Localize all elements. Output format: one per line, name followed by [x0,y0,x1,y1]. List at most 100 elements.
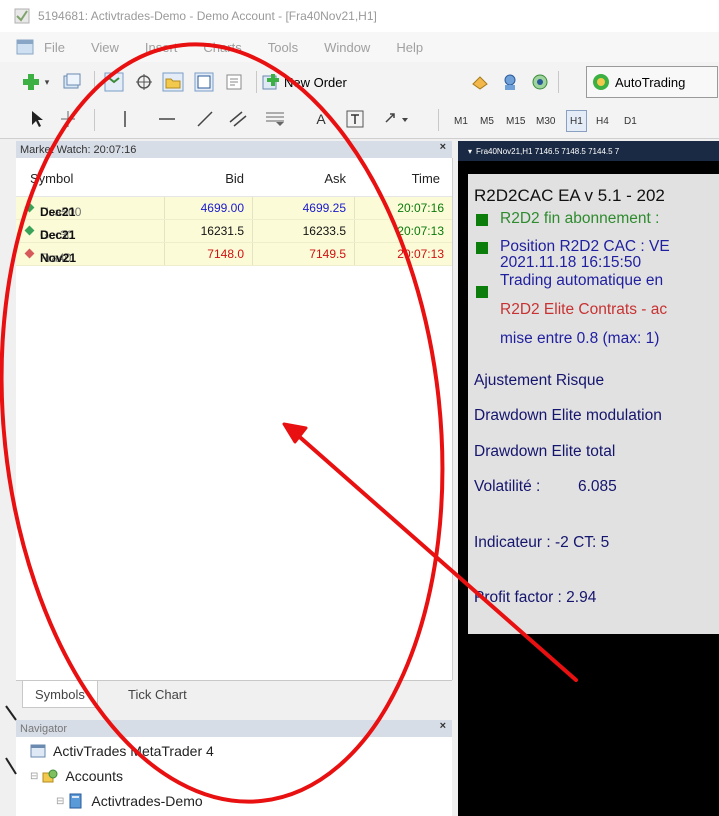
crosshair-icon[interactable] [60,110,76,128]
menu-charts[interactable]: Charts [203,40,241,55]
ask-price: 16233.5 [302,224,346,238]
account-server-icon [69,793,82,809]
tree-collapse-icon[interactable]: ⊟ [30,771,38,782]
arrows-dropdown-icon[interactable] [384,110,410,128]
chart-window[interactable]: ▾ Fra40Nov21,H1 7146.5 7148.5 7144.5 7 R… [458,141,719,816]
mise-line: mise entre 0.8 (max: 1) [500,330,660,347]
market-watch-tabs: Symbols Tick Chart [16,680,452,709]
standard-toolbar: ▾ New Order AutoTrading [0,62,719,103]
app-logo-icon [14,8,30,24]
market-watch-row[interactable]: Usa500 Dec21 4699.00 4699.25 20:07:16 [16,197,452,220]
column-divider [252,220,253,242]
navigator-item-accounts[interactable]: ⊟ Accounts [30,768,123,784]
data-window-icon[interactable] [134,72,154,92]
new-chart-dropdown-icon[interactable]: ▾ [42,73,52,91]
quote-time: 20:07:16 [397,201,444,215]
menu-view[interactable]: View [91,40,119,55]
column-symbol[interactable]: Symbol [30,171,73,186]
drawing-toolbar: A M1 M5 M15 M30 H1 H4 D1 [0,102,719,139]
status-square-icon [476,214,488,226]
new-order-icon [262,74,279,90]
column-divider [164,243,165,265]
column-ask[interactable]: Ask [306,171,346,186]
chart-menu-arrow-icon[interactable]: ▾ [468,147,472,156]
symbol-down-icon [24,248,35,259]
status-square-icon [476,286,488,298]
timeframe-m1[interactable]: M1 [454,111,468,131]
toolbar-separator [256,71,257,93]
timeframe-m5[interactable]: M5 [480,111,494,131]
terminal-window-icon[interactable] [194,72,214,92]
text-label-icon[interactable] [346,110,364,128]
menu-help[interactable]: Help [396,40,423,55]
text-tool-button[interactable]: A [314,110,328,128]
bid-price: 16231.5 [200,224,244,238]
autotrading-line: Trading automatique en [500,272,664,289]
menu-tools[interactable]: Tools [268,40,298,55]
navigator-folder-icon[interactable] [162,72,184,92]
menu-bar: File View Insert Charts Tools Window Hel… [0,32,719,62]
navigator-close-button[interactable]: × [440,720,446,732]
elite-contracts-line: R2D2 Elite Contrats - ac [500,301,668,318]
tab-symbols[interactable]: Symbols [22,681,98,708]
new-order-button[interactable]: New Order [262,71,347,93]
symbol-up-icon [24,225,35,236]
column-divider [164,220,165,242]
horizontal-line-icon[interactable] [158,110,176,128]
ask-price: 7149.5 [309,247,346,261]
new-chart-icon[interactable] [22,73,40,91]
equidistant-channel-icon[interactable] [228,110,248,128]
timeframe-m15[interactable]: M15 [506,111,525,131]
symbol-expiry: Nov21 [40,251,77,265]
market-watch-column-headers: Symbol Bid Ask Time [16,158,452,197]
position-time: 2021.11.18 16:15:50 [500,254,642,271]
symbol-expiry: Dec21 [40,228,76,242]
cursor-arrow-icon[interactable] [30,110,44,128]
market-watch-row[interactable]: Ger30 Dec21 16231.5 16233.5 20:07:13 [16,220,452,243]
vertical-line-icon[interactable] [122,110,128,128]
column-time[interactable]: Time [400,171,440,186]
navigator-item-root[interactable]: ActivTrades MetaTrader 4 [30,743,214,759]
quote-time: 20:07:13 [397,224,444,238]
navigator-item-label: ActivTrades MetaTrader 4 [53,743,214,759]
toolbar-separator [94,71,95,93]
ea-title: R2D2CAC EA v 5.1 - 202 [474,186,665,205]
timeframe-d1[interactable]: D1 [624,111,637,131]
column-divider [354,197,355,219]
column-divider [354,243,355,265]
timeframe-m30[interactable]: M30 [536,111,555,131]
experts-icon[interactable] [500,72,520,92]
fibonacci-icon[interactable] [264,110,286,128]
market-watch-header: Market Watch: 20:07:16 × [16,141,452,158]
navigator-panel: ActivTrades MetaTrader 4 ⊟ Accounts ⊟ Ac… [16,737,452,816]
metaeditor-icon[interactable] [470,72,490,92]
tab-tick-chart[interactable]: Tick Chart [116,681,199,707]
column-bid[interactable]: Bid [204,171,244,186]
trendline-icon[interactable] [196,110,214,128]
bid-price: 4699.00 [200,201,244,215]
chart-title-bar: ▾ Fra40Nov21,H1 7146.5 7148.5 7144.5 7 [458,141,719,161]
signals-icon[interactable] [530,72,550,92]
menu-file[interactable]: File [44,40,65,55]
timeframe-h1[interactable]: H1 [566,110,587,132]
document-menu-icon[interactable] [16,39,34,55]
tree-collapse-icon[interactable]: ⊟ [56,796,64,807]
volatility-label: Volatilité : [474,478,541,495]
navigator-item-account[interactable]: ⊟ Activtrades-Demo [56,793,203,809]
navigator-item-label: Accounts [65,768,123,784]
market-watch-toggle-icon[interactable] [104,72,124,92]
market-watch-close-button[interactable]: × [440,141,446,153]
drawdown-modulation-line: Drawdown Elite modulation [474,407,662,424]
autotrading-button[interactable]: AutoTrading [586,66,718,98]
navigator-item-label: Activtrades-Demo [91,793,203,809]
column-divider [252,243,253,265]
risk-adjust-line: Ajustement Risque [474,372,605,389]
timeframe-h4[interactable]: H4 [596,111,609,131]
market-watch-row[interactable]: Fra40 Nov21 7148.0 7149.5 20:07:13 [16,243,452,266]
menu-insert[interactable]: Insert [145,40,178,55]
status-square-icon [476,242,488,254]
toolbar-separator [438,109,439,131]
menu-window[interactable]: Window [324,40,370,55]
profiles-icon[interactable] [62,72,82,92]
strategy-tester-icon[interactable] [224,72,244,92]
